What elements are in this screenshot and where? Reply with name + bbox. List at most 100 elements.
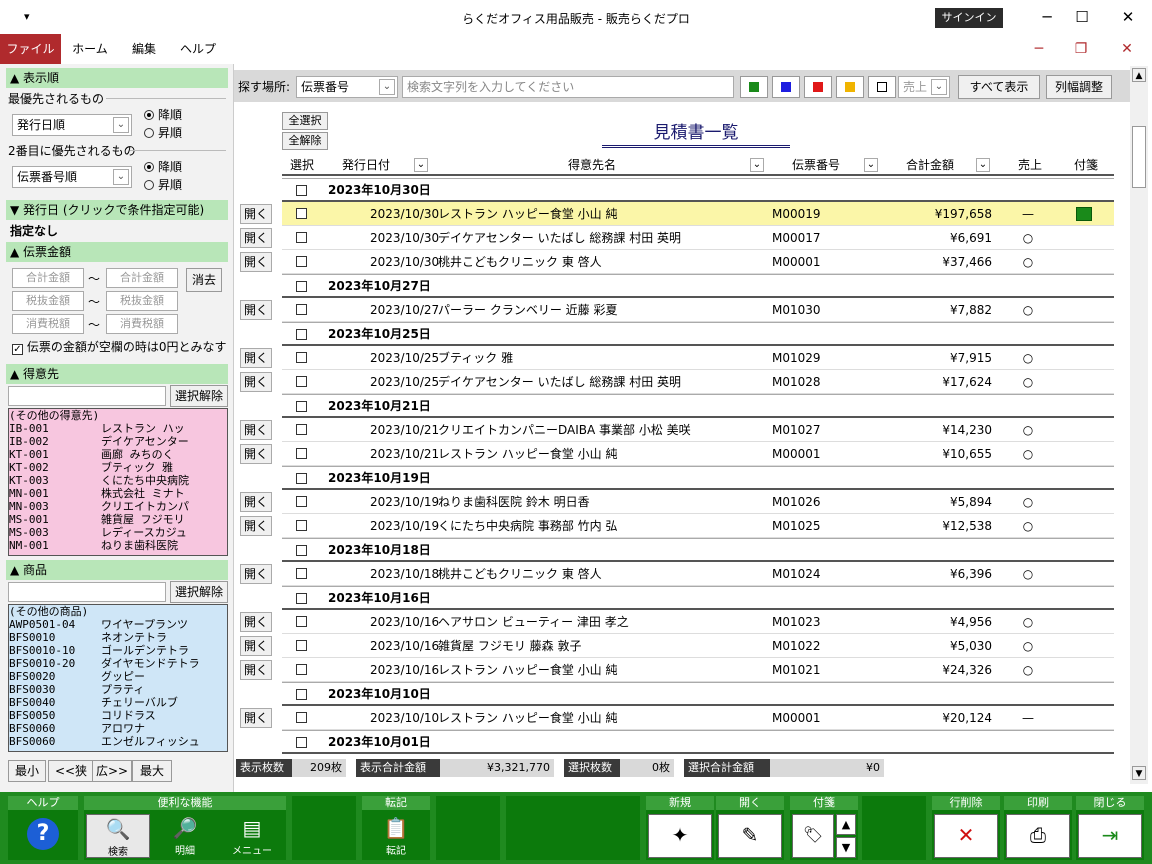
delete-row-button[interactable]: ✕ (934, 814, 998, 858)
first-desc-radio[interactable]: 降順 (144, 106, 182, 123)
second-sort-select[interactable]: 伝票番号順 ⌄ (12, 166, 132, 188)
show-all-button[interactable]: すべて表示 (958, 75, 1040, 99)
list-item[interactable]: (その他の商品) (9, 605, 227, 618)
table-row[interactable]: 2023/10/10 レストラン ハッピー食堂 小山 純 M00001 ¥20,124… (282, 706, 1114, 730)
minimize-icon[interactable]: ─ (1035, 6, 1059, 28)
product-deselect-button[interactable]: 選択解除 (170, 581, 228, 603)
table-row[interactable]: 2023/10/19 くにたち中央病院 事務部 竹内 弘 M01025 ¥12,538… (282, 514, 1114, 538)
open-row-button[interactable]: 開く (240, 348, 272, 368)
filter-red-button[interactable] (804, 76, 832, 98)
list-item[interactable]: KT-002 ブティック 雅 (9, 461, 227, 474)
table-row[interactable]: 2023/10/19 ねりま歯科医院 鈴木 明日香 M01026 ¥5,894 ○ (282, 490, 1114, 514)
header-date[interactable]: 発行日付 (342, 154, 390, 176)
filter-yellow-button[interactable] (836, 76, 864, 98)
menu-help[interactable]: ヘルプ (172, 34, 224, 64)
pane-min-button[interactable]: 最小 (8, 760, 46, 782)
row-checkbox[interactable] (296, 256, 307, 267)
pretax-min-input[interactable]: 税抜金額 (12, 291, 84, 311)
second-desc-radio[interactable]: 降順 (144, 158, 182, 175)
group-checkbox[interactable] (296, 329, 307, 340)
list-item[interactable]: BFS0050 コリドラス (9, 709, 227, 722)
header-customer[interactable]: 得意先名 (568, 154, 616, 176)
list-item[interactable]: NM-001 ねりま歯科医院 (9, 539, 227, 552)
list-item[interactable]: IB-001 レストラン ハッ (9, 422, 227, 435)
filter-blue-button[interactable] (772, 76, 800, 98)
row-checkbox[interactable] (296, 712, 307, 723)
open-row-button[interactable]: 開く (240, 492, 272, 512)
table-row[interactable]: 2023/10/21 レストラン ハッピー食堂 小山 純 M00001 ¥10,655… (282, 442, 1114, 466)
row-checkbox[interactable] (296, 520, 307, 531)
list-item[interactable]: AWP0501-04 ワイヤープランツ (9, 618, 227, 631)
menu-edit[interactable]: 編集 (118, 34, 170, 64)
open-row-button[interactable]: 開く (240, 204, 272, 224)
ribbon-close-icon[interactable]: ✕ (1117, 39, 1137, 59)
header-total[interactable]: 合計金額 (906, 154, 954, 176)
customer-deselect-button[interactable]: 選択解除 (170, 385, 228, 407)
row-checkbox[interactable] (296, 232, 307, 243)
new-button[interactable]: ✦ (648, 814, 712, 858)
table-row[interactable]: 2023/10/25 ブティック 雅 M01029 ¥7,915 ○ (282, 346, 1114, 370)
open-row-button[interactable]: 開く (240, 564, 272, 584)
vertical-scrollbar[interactable]: ▲ ▼ (1130, 66, 1148, 784)
clear-button[interactable]: 消去 (186, 268, 222, 292)
search-field-select[interactable]: 伝票番号 ⌄ (296, 76, 398, 98)
row-checkbox[interactable] (296, 352, 307, 363)
close-icon[interactable]: ✕ (1116, 6, 1140, 28)
number-sort-icon[interactable]: ⌄ (864, 158, 878, 172)
open-row-button[interactable]: 開く (240, 228, 272, 248)
table-row[interactable]: 2023/10/30 デイケアセンター いたばし 総務課 村田 英明 M00017 ¥… (282, 226, 1114, 250)
tax-max-input[interactable]: 消費税額 (106, 314, 178, 334)
scroll-down-icon[interactable]: ▼ (1132, 766, 1146, 780)
list-item[interactable]: (その他の得意先) (9, 409, 227, 422)
open-row-button[interactable]: 開く (240, 300, 272, 320)
open-row-button[interactable]: 開く (240, 252, 272, 272)
table-row[interactable]: 2023/10/18 桃井こどもクリニック 東 啓人 M01024 ¥6,396 ○ (282, 562, 1114, 586)
table-row[interactable]: 2023/10/25 デイケアセンター いたばし 総務課 村田 英明 M01028 ¥… (282, 370, 1114, 394)
group-checkbox[interactable] (296, 545, 307, 556)
row-checkbox[interactable] (296, 208, 307, 219)
total-sort-icon[interactable]: ⌄ (976, 158, 990, 172)
total-max-input[interactable]: 合計金額 (106, 268, 178, 288)
search-input[interactable]: 検索文字列を入力してください (402, 76, 734, 98)
close-form-button[interactable]: ⇥ (1078, 814, 1142, 858)
open-row-button[interactable]: 開く (240, 516, 272, 536)
group-checkbox[interactable] (296, 737, 307, 748)
row-checkbox[interactable] (296, 640, 307, 651)
maximize-icon[interactable]: ☐ (1070, 6, 1094, 28)
group-checkbox[interactable] (296, 593, 307, 604)
pane-max-button[interactable]: 最大 (132, 760, 172, 782)
sort-section-header[interactable]: ▲ 表示順 (6, 68, 228, 88)
detail-button[interactable]: 🔎 明細 (152, 814, 218, 858)
scroll-up-icon[interactable]: ▲ (1132, 68, 1146, 82)
list-item[interactable]: BFS0030 プラティ (9, 683, 227, 696)
print-button[interactable]: ⎙ (1006, 814, 1070, 858)
customer-list[interactable]: (その他の得意先) IB-001 レストラン ハッ IB-002 デイケアセンター KT-… (8, 408, 228, 556)
tax-min-input[interactable]: 消費税額 (12, 314, 84, 334)
open-row-button[interactable]: 開く (240, 444, 272, 464)
row-checkbox[interactable] (296, 376, 307, 387)
customer-search-input[interactable] (8, 386, 166, 406)
select-all-button[interactable]: 全選択 (282, 112, 328, 130)
menu-home[interactable]: ホーム (64, 34, 116, 64)
table-row[interactable]: 2023/10/21 クリエイトカンパニーDAIBA 事業部 小松 美咲 M0102… (282, 418, 1114, 442)
open-row-button[interactable]: 開く (240, 612, 272, 632)
open-row-button[interactable]: 開く (240, 420, 272, 440)
date-sort-icon[interactable]: ⌄ (414, 158, 428, 172)
tag-button[interactable]: 🏷 (792, 814, 834, 858)
sales-filter-select[interactable]: 売上 ⌄ (898, 76, 950, 98)
zero-amount-checkbox[interactable]: ✓ 伝票の金額が空欄の時は0円とみなす (12, 338, 226, 355)
list-item[interactable]: BFS0060 アロワナ (9, 722, 227, 735)
customer-section-header[interactable]: ▲ 得意先 (6, 364, 228, 384)
pane-wide-button[interactable]: 広>> (92, 760, 132, 782)
table-row[interactable]: 2023/10/30 レストラン ハッピー食堂 小山 純 M00019 ¥197,65… (282, 202, 1114, 226)
total-min-input[interactable]: 合計金額 (12, 268, 84, 288)
open-row-button[interactable]: 開く (240, 708, 272, 728)
table-row[interactable]: 2023/10/16 ヘアサロン ビューティー 津田 孝之 M01023 ¥4,956… (282, 610, 1114, 634)
product-list[interactable]: (その他の商品) AWP0501-04 ワイヤープランツ BFS0010 ネオンテトラ B… (8, 604, 228, 752)
table-row[interactable]: 2023/10/30 桃井こどもクリニック 東 啓人 M00001 ¥37,466 ○ (282, 250, 1114, 274)
row-checkbox[interactable] (296, 568, 307, 579)
row-checkbox[interactable] (296, 496, 307, 507)
date-section-header[interactable]: ▼ 発行日 (クリックで条件指定可能) (6, 200, 228, 220)
list-item[interactable]: BFS0010-20 ダイヤモンドテトラ (9, 657, 227, 670)
table-row[interactable]: 2023/10/16 レストラン ハッピー食堂 小山 純 M01021 ¥24,326… (282, 658, 1114, 682)
